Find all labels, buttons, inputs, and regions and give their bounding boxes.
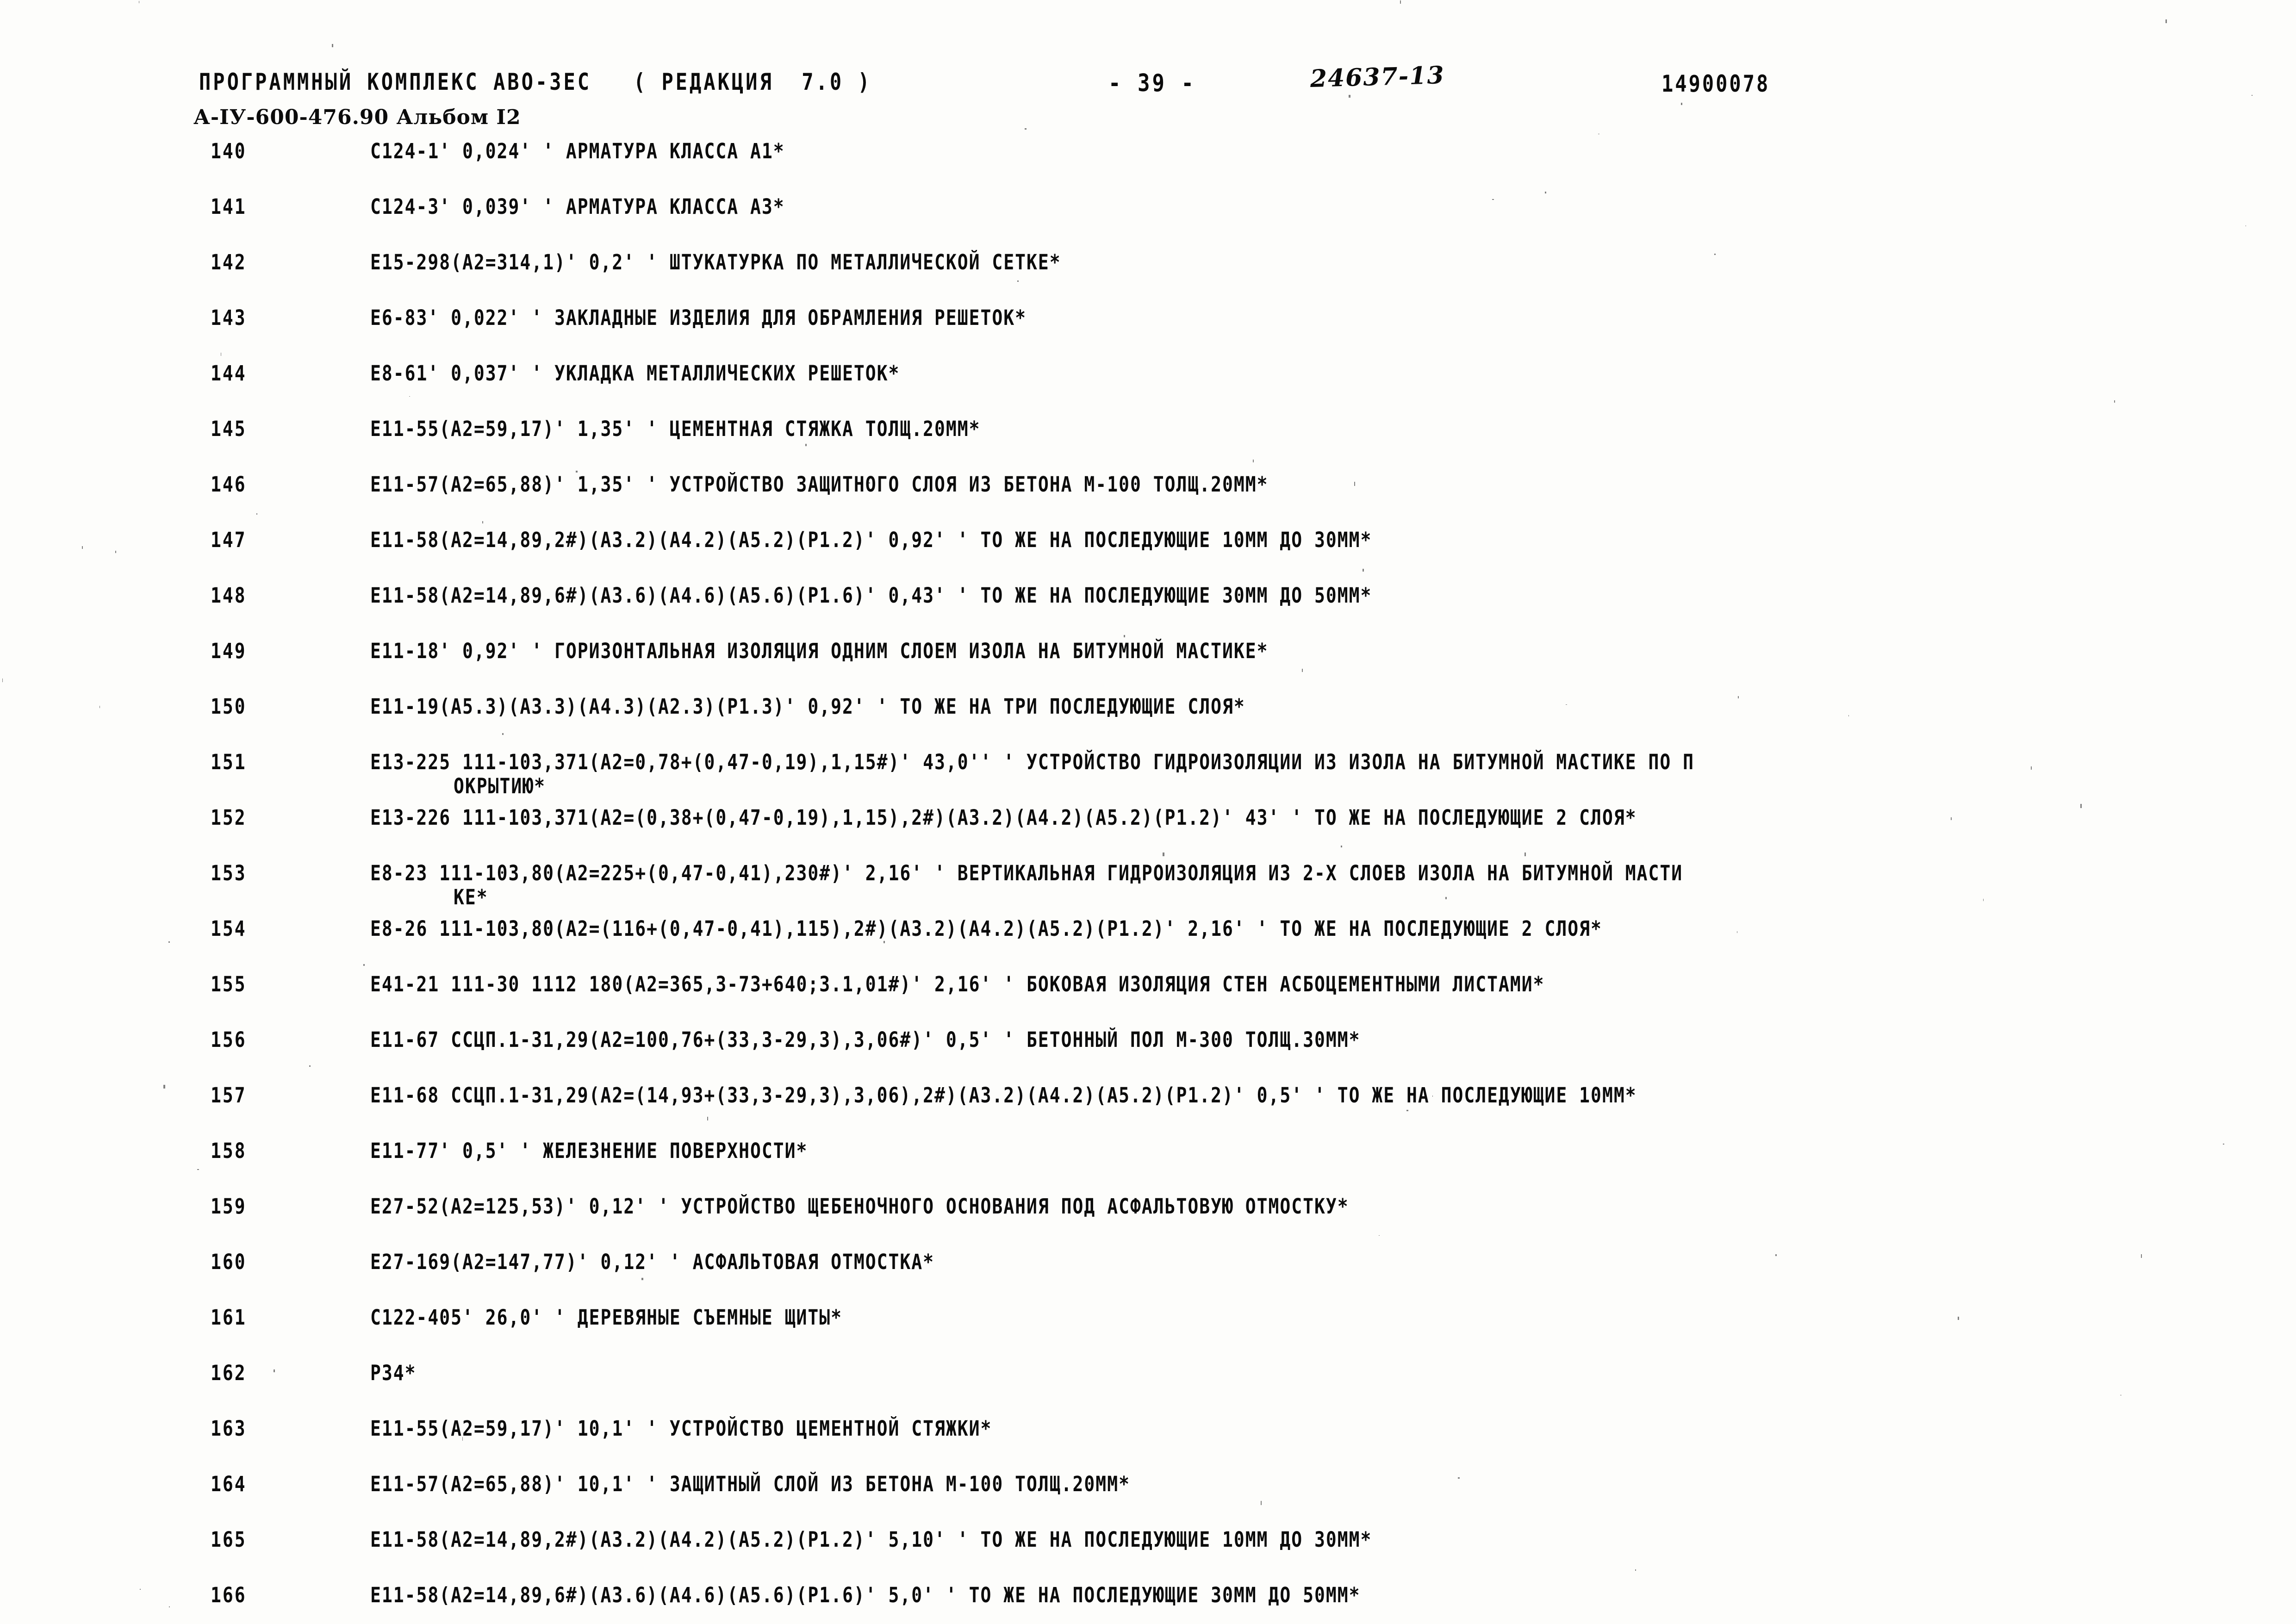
listing-row: 164 Е11-57(А2=65,88)' 10,1' ' ЗАЩИТНЫЙ СЛ… (0, 1472, 2296, 1527)
row-text: Е11-57(А2=65,88)' 10,1' ' ЗАЩИТНЫЙ СЛОЙ … (370, 1472, 1130, 1496)
listing-row: 160 Е27-169(А2=147,77)' 0,12' ' АСФАЛЬТОВ… (0, 1250, 2296, 1305)
listing-row: 166 Е11-58(А2=14,89,6#)(А3.6)(А4.6)(А5.6)… (0, 1583, 2296, 1624)
row-text: Е13-226 111-103,371(А2=(0,38+(0,47-0,19)… (370, 805, 1637, 830)
row-text: Е11-57(А2=65,88)' 1,35' ' УСТРОЙСТВО ЗАЩ… (370, 472, 1269, 497)
listing-row: 157 Е11-68 ССЦП.1-31,29(А2=(14,93+(33,3-2… (0, 1083, 2296, 1139)
row-number: 166 (211, 1583, 247, 1607)
row-number: 154 (211, 916, 247, 941)
listing-row: 143 Е6-83' 0,022' ' ЗАКЛАДНЫЕ ИЗДЕЛИЯ ДЛЯ… (0, 305, 2296, 361)
row-number: 149 (211, 639, 247, 663)
row-number: 150 (211, 694, 247, 719)
row-text: Е11-58(А2=14,89,2#)(А3.2)(А4.2)(А5.2)(Р1… (370, 1527, 1372, 1552)
program-title: ПРОГРАММНЫЙ КОМПЛЕКС АВО-ЗЕС ( РЕДАКЦИЯ … (199, 68, 872, 95)
row-text: С124-1' 0,024' ' АРМАТУРА КЛАССА А1* (370, 139, 785, 163)
listing-row: 165 Е11-58(А2=14,89,2#)(А3.2)(А4.2)(А5.2)… (0, 1527, 2296, 1583)
listing-row: 150 Е11-19(А5.3)(А3.3)(А4.3)(А2.3)(Р1.3)'… (0, 694, 2296, 750)
row-text: Е11-58(А2=14,89,6#)(А3.6)(А4.6)(А5.6)(Р1… (370, 583, 1372, 608)
row-text: Е8-23 111-103,80(А2=225+(0,47-0,41),230#… (370, 861, 1683, 885)
document-code: 14900078 (1661, 70, 1770, 97)
row-number: 143 (211, 305, 247, 330)
listing-row: 142 Е15-298(А2=314,1)' 0,2' ' ШТУКАТУРКА … (0, 250, 2296, 305)
row-text: Е11-55(А2=59,17)' 10,1' ' УСТРОЙСТВО ЦЕМ… (370, 1416, 992, 1441)
listing-row: 153 Е8-23 111-103,80(А2=225+(0,47-0,41),2… (0, 861, 2296, 916)
row-number: 155 (211, 972, 247, 996)
row-text: Е27-169(А2=147,77)' 0,12' ' АСФАЛЬТОВАЯ … (370, 1250, 935, 1274)
row-text: Е6-83' 0,022' ' ЗАКЛАДНЫЕ ИЗДЕЛИЯ ДЛЯ ОБ… (370, 305, 1027, 330)
line-item-listing: 140 С124-1' 0,024' ' АРМАТУРА КЛАССА А1* 1… (0, 139, 2296, 1624)
listing-row: 162 Р34* (0, 1361, 2296, 1416)
page-number: - 39 - (1108, 69, 1196, 98)
row-number: 162 (211, 1361, 247, 1385)
row-number: 153 (211, 861, 247, 885)
row-number: 146 (211, 472, 247, 497)
row-text: Е11-68 ССЦП.1-31,29(А2=(14,93+(33,3-29,3… (370, 1083, 1637, 1108)
row-text: С124-3' 0,039' ' АРМАТУРА КЛАССА А3* (370, 194, 785, 219)
row-number: 160 (211, 1250, 247, 1274)
row-text: Е8-26 111-103,80(А2=(116+(0,47-0,41),115… (370, 916, 1602, 941)
row-number: 163 (211, 1416, 247, 1441)
row-text: Е13-225 111-103,371(А2=0,78+(0,47-0,19),… (370, 750, 1694, 774)
row-number: 144 (211, 361, 247, 386)
row-number: 145 (211, 417, 247, 441)
listing-row: 145 Е11-55(А2=59,17)' 1,35' ' ЦЕМЕНТНАЯ С… (0, 417, 2296, 472)
row-number: 147 (211, 528, 247, 552)
row-text: Е41-21 111-30 1112 180(А2=365,3-73+640;3… (370, 972, 1545, 996)
row-text: Е11-58(А2=14,89,2#)(А3.2)(А4.2)(А5.2)(Р1… (370, 528, 1372, 552)
row-number: 165 (211, 1527, 247, 1552)
row-text: Е11-77' 0,5' ' ЖЕЛЕЗНЕНИЕ ПОВЕРХНОСТИ* (370, 1139, 808, 1163)
row-number: 157 (211, 1083, 247, 1108)
listing-row: 158 Е11-77' 0,5' ' ЖЕЛЕЗНЕНИЕ ПОВЕРХНОСТИ… (0, 1139, 2296, 1194)
listing-row: 163 Е11-55(А2=59,17)' 10,1' ' УСТРОЙСТВО … (0, 1416, 2296, 1472)
row-number: 140 (211, 139, 247, 163)
row-text: Е11-18' 0,92' ' ГОРИЗОНТАЛЬНАЯ ИЗОЛЯЦИЯ … (370, 639, 1269, 663)
row-text: Е11-55(А2=59,17)' 1,35' ' ЦЕМЕНТНАЯ СТЯЖ… (370, 417, 981, 441)
row-continuation: КЕ* (454, 885, 488, 909)
row-number: 141 (211, 194, 247, 219)
row-text: Е11-67 ССЦП.1-31,29(А2=100,76+(33,3-29,3… (370, 1027, 1361, 1052)
row-number: 142 (211, 250, 247, 274)
row-number: 156 (211, 1027, 247, 1052)
listing-row: 154 Е8-26 111-103,80(А2=(116+(0,47-0,41),… (0, 916, 2296, 972)
listing-row: 151 Е13-225 111-103,371(А2=0,78+(0,47-0,1… (0, 750, 2296, 805)
listing-row: 161 С122-405' 26,0' ' ДЕРЕВЯНЫЕ СЪЕМНЫЕ Щ… (0, 1305, 2296, 1361)
listing-row: 152 Е13-226 111-103,371(А2=(0,38+(0,47-0,… (0, 805, 2296, 861)
handwritten-code: 24637-13 (1310, 61, 1445, 93)
page-header: ПРОГРАММНЫЙ КОМПЛЕКС АВО-ЗЕС ( РЕДАКЦИЯ … (0, 0, 2296, 139)
row-number: 164 (211, 1472, 247, 1496)
listing-row: 156 Е11-67 ССЦП.1-31,29(А2=100,76+(33,3-2… (0, 1027, 2296, 1083)
row-text: Е15-298(А2=314,1)' 0,2' ' ШТУКАТУРКА ПО … (370, 250, 1061, 274)
row-text: Р34* (370, 1361, 417, 1385)
scanned-document-page: ПРОГРАММНЫЙ КОМПЛЕКС АВО-ЗЕС ( РЕДАКЦИЯ … (0, 0, 2296, 1624)
row-text: С122-405' 26,0' ' ДЕРЕВЯНЫЕ СЪЕМНЫЕ ЩИТЫ… (370, 1305, 842, 1330)
row-text: Е11-58(А2=14,89,6#)(А3.6)(А4.6)(А5.6)(Р1… (370, 1583, 1361, 1607)
row-number: 148 (211, 583, 247, 608)
listing-row: 140 С124-1' 0,024' ' АРМАТУРА КЛАССА А1* (0, 139, 2296, 194)
row-number: 161 (211, 1305, 247, 1330)
row-text: Е11-19(А5.3)(А3.3)(А4.3)(А2.3)(Р1.3)' 0,… (370, 694, 1245, 719)
listing-row: 141 С124-3' 0,039' ' АРМАТУРА КЛАССА А3* (0, 194, 2296, 250)
row-text: Е27-52(А2=125,53)' 0,12' ' УСТРОЙСТВО ЩЕ… (370, 1194, 1349, 1219)
listing-row: 155 Е41-21 111-30 1112 180(А2=365,3-73+64… (0, 972, 2296, 1027)
row-continuation: ОКРЫТИЮ* (454, 774, 546, 798)
row-number: 151 (211, 750, 247, 774)
row-number: 159 (211, 1194, 247, 1219)
row-text: Е8-61' 0,037' ' УКЛАДКА МЕТАЛЛИЧЕСКИХ РЕ… (370, 361, 900, 386)
listing-row: 148 Е11-58(А2=14,89,6#)(А3.6)(А4.6)(А5.6)… (0, 583, 2296, 639)
row-number: 152 (211, 805, 247, 830)
listing-row: 147 Е11-58(А2=14,89,2#)(А3.2)(А4.2)(А5.2)… (0, 528, 2296, 583)
listing-row: 159 Е27-52(А2=125,53)' 0,12' ' УСТРОЙСТВО… (0, 1194, 2296, 1250)
album-line: А-IУ-600-476.90 Альбом I2 (193, 106, 521, 129)
row-number: 158 (211, 1139, 247, 1163)
listing-row: 146 Е11-57(А2=65,88)' 1,35' ' УСТРОЙСТВО … (0, 472, 2296, 528)
listing-row: 144 Е8-61' 0,037' ' УКЛАДКА МЕТАЛЛИЧЕСКИХ… (0, 361, 2296, 417)
listing-row: 149 Е11-18' 0,92' ' ГОРИЗОНТАЛЬНАЯ ИЗОЛЯЦ… (0, 639, 2296, 694)
